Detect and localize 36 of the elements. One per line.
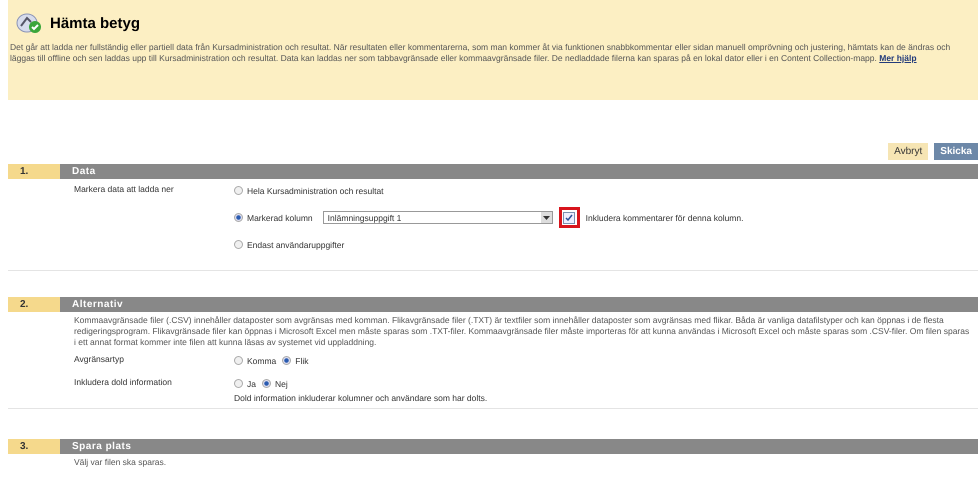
- section-number: 2.: [8, 297, 60, 312]
- section-title: Data: [71, 165, 96, 179]
- section-description: Kommaavgränsade filer (.CSV) innehåller dataposter som avgränsas med komman. Flikavgränsade filer (.TXT) är textfiler som innehåller dataposter som avgränsas med flikar. Båda är vanliga datafilstyper och kan öppnas i de flesta redigeringsprogram. Flikavgränsade filer kan öppnas i Microsoft Excel men måste sparas som .TXT-filer. Kommaavgränsade filer måste importeras för att kunna användas i Microsoft Excel och måste sparas som .CSV-filer. Om filen sparas i ett annat format kommer inte filen att kunna läsas av systemet vid uppladdning.: [74, 315, 970, 348]
- option-label: Hela Kursadministration och resultat: [247, 186, 384, 196]
- option-label: Nej: [274, 378, 288, 388]
- radio-button[interactable]: [234, 240, 243, 249]
- radio-button[interactable]: [234, 379, 243, 388]
- checkbox-label: Inkludera kommentarer för denna kolumn.: [586, 212, 744, 222]
- radio-button[interactable]: [234, 213, 243, 222]
- page-description: Det går att ladda ner fullständig eller partiell data från Kursadministration och resultat. När resultaten eller kommentarerna, som man kommer åt via funktionen snabbkommentar eller sidan manuell omprövning och justering, hämtats kan de ändras och läggas till offline och sen laddas upp till Kursadministration och resultat. Data kan laddas ner som tabbavgränsade eller kommaavgränsade filer. De nedladdade filerna kan sparas på en lokal dator eller i en Content Collection-mapp. Mer hjälp: [10, 42, 952, 64]
- gradebook-icon: [16, 11, 42, 35]
- option-label: Markerad kolumn: [247, 212, 313, 222]
- section-title: Alternativ: [71, 298, 124, 312]
- section-number: 3.: [8, 439, 60, 454]
- page-title: Hämta betyg: [50, 14, 140, 32]
- help-link[interactable]: Mer hjälp: [879, 53, 917, 63]
- column-select[interactable]: Inlämningsuppgift 1: [322, 211, 553, 224]
- caret-icon: [540, 212, 552, 223]
- section-description: Välj var filen ska sparas.: [74, 457, 168, 468]
- radio-button[interactable]: [282, 356, 292, 365]
- option-label: Komma: [247, 356, 276, 366]
- submit-button[interactable]: Skicka: [934, 143, 978, 160]
- option-label: Endast användaruppgifter: [247, 240, 344, 250]
- section-title: Spara plats: [71, 440, 132, 454]
- checkbox[interactable]: [563, 212, 576, 224]
- cancel-button[interactable]: Avbryt: [888, 143, 928, 160]
- radio-button[interactable]: [234, 186, 243, 195]
- option-label: Flik: [295, 356, 309, 366]
- radio-button[interactable]: [234, 356, 243, 365]
- option-label: Ja: [247, 378, 256, 388]
- field-label: Avgränsartyp: [74, 354, 125, 366]
- hint-text: Dold information inkluderar kolumner och användare som har dolts.: [234, 393, 488, 403]
- section-number: 1.: [8, 164, 60, 179]
- radio-button[interactable]: [262, 379, 271, 388]
- field-label: Markera data att ladda ner: [74, 184, 175, 196]
- field-label: Inkludera dold information: [74, 377, 173, 389]
